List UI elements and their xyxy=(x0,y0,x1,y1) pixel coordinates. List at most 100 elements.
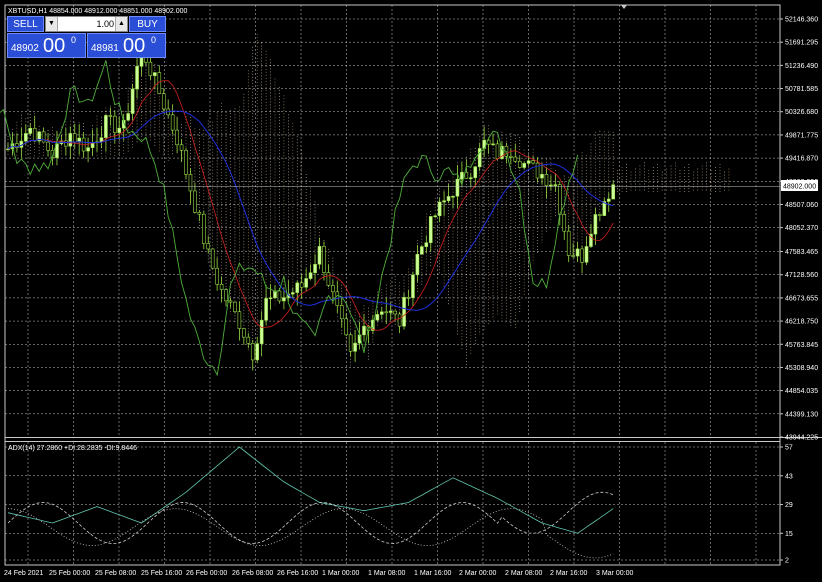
buy-price-small: 48981 xyxy=(91,43,119,54)
price-tick-label: 51691.295 xyxy=(785,40,818,47)
candle-body xyxy=(170,114,175,131)
candle-body xyxy=(531,160,535,164)
candle-body xyxy=(433,215,438,218)
candle-body xyxy=(348,334,353,352)
price-tick-label: 52146.360 xyxy=(785,17,818,24)
candle-body xyxy=(468,177,473,179)
candle-body xyxy=(584,246,589,263)
chart-frame xyxy=(4,4,781,566)
candle-body xyxy=(540,174,544,179)
candle-body xyxy=(384,311,389,314)
candle-body xyxy=(161,93,166,110)
candle-body xyxy=(406,297,411,299)
time-tick-label: 25 Feb 08:00 xyxy=(95,570,136,577)
price-tick-label: 49416.870 xyxy=(785,156,818,163)
time-tick-label: 1 Mar 16:00 xyxy=(414,570,451,577)
time-tick-label: 26 Feb 08:00 xyxy=(232,570,273,577)
candle-body xyxy=(308,272,313,279)
candle-body xyxy=(290,292,295,295)
price-tick-label: 45308.940 xyxy=(785,365,818,372)
candle-body xyxy=(228,300,233,303)
price-tick-label: 50326.680 xyxy=(785,109,818,116)
candle-body xyxy=(397,313,402,327)
price-tick-label: 44854.035 xyxy=(785,388,818,395)
candle-body xyxy=(197,212,202,215)
candle-body xyxy=(420,246,424,255)
adx-info: ADX(14) 27.2860 +DI:28.2835 -DI:9.8446 xyxy=(8,445,137,452)
candle-body xyxy=(64,140,68,147)
candle-body xyxy=(313,264,317,274)
candle-body xyxy=(322,246,326,273)
candle-body xyxy=(339,305,344,320)
candle-body xyxy=(259,319,264,344)
lot-size-field: ▼ ▲ xyxy=(45,16,128,32)
candle-body xyxy=(375,314,380,321)
price-tick-label: 46218.750 xyxy=(785,319,818,326)
candle-body xyxy=(362,325,366,336)
candle-body xyxy=(264,298,268,321)
candle-body xyxy=(317,246,322,265)
candle-body xyxy=(108,115,113,117)
candle-body xyxy=(455,178,460,197)
candle-body xyxy=(237,311,242,329)
candle-body xyxy=(72,133,77,143)
price-tick-label: 46673.655 xyxy=(785,295,818,302)
candle-body xyxy=(277,290,282,302)
candle-body xyxy=(451,195,455,198)
candle-body xyxy=(126,113,130,121)
candle-body xyxy=(184,149,188,175)
time-tick-label: 3 Mar 00:00 xyxy=(596,570,633,577)
lot-decrease-icon[interactable]: ▼ xyxy=(46,17,58,31)
time-tick-label: 1 Mar 08:00 xyxy=(368,570,405,577)
time-tick-label: 25 Feb 00:00 xyxy=(49,570,90,577)
candle-body xyxy=(593,214,598,235)
candle-body xyxy=(464,171,469,179)
candle-body xyxy=(598,214,602,216)
one-click-trading-panel: SELL ▼ ▲ BUY 48902 00 0 48981 00 0 xyxy=(7,16,166,58)
sell-button[interactable]: SELL xyxy=(7,16,44,32)
candle-body xyxy=(224,289,228,302)
candle-body xyxy=(611,184,616,200)
time-tick-label: 1 Mar 00:00 xyxy=(322,570,359,577)
candle-body xyxy=(148,61,153,76)
sell-price-button[interactable]: 48902 00 0 xyxy=(7,33,86,58)
price-tick-label: 48507.060 xyxy=(785,202,818,209)
candle-body xyxy=(428,216,433,244)
candle-body xyxy=(513,156,518,162)
candle-body xyxy=(553,184,558,186)
candle-body xyxy=(606,198,611,202)
candle-body xyxy=(206,243,211,250)
chart-area[interactable]: 52146.360 51691.295 51236.490 50781.585 5032… xyxy=(0,0,822,582)
buy-price-button[interactable]: 48981 00 0 xyxy=(87,33,166,58)
candle-body xyxy=(544,174,549,186)
adx-tick-label: 57 xyxy=(785,445,793,452)
candle-body xyxy=(411,274,415,299)
candle-body xyxy=(250,343,255,361)
candle-body xyxy=(517,161,522,168)
candle-body xyxy=(549,184,553,187)
time-tick-label: 26 Feb 00:00 xyxy=(186,570,227,577)
current-price-label: 48902.000 xyxy=(783,184,816,191)
adx-tick-label: 29 xyxy=(785,502,793,509)
candle-body xyxy=(535,162,540,179)
adx-tick-label: 2 xyxy=(785,558,789,565)
candle-body xyxy=(104,115,108,138)
candle-body xyxy=(282,297,286,302)
candle-body xyxy=(379,311,384,315)
candle-body xyxy=(135,66,139,90)
candle-body xyxy=(68,133,73,147)
lot-size-input[interactable] xyxy=(58,17,114,31)
lot-increase-icon[interactable]: ▲ xyxy=(115,17,127,31)
candle-body xyxy=(304,278,308,288)
candle-body xyxy=(295,282,300,293)
candle-body xyxy=(215,267,219,285)
candle-body xyxy=(117,127,122,133)
candle-body xyxy=(446,196,451,202)
candle-body xyxy=(557,184,562,215)
price-tick-label: 44399.130 xyxy=(785,411,818,418)
candle-body xyxy=(179,144,184,151)
buy-button[interactable]: BUY xyxy=(129,16,166,32)
time-tick-label: 2 Mar 08:00 xyxy=(505,570,542,577)
candle-body xyxy=(153,72,157,76)
candle-body xyxy=(495,143,500,159)
